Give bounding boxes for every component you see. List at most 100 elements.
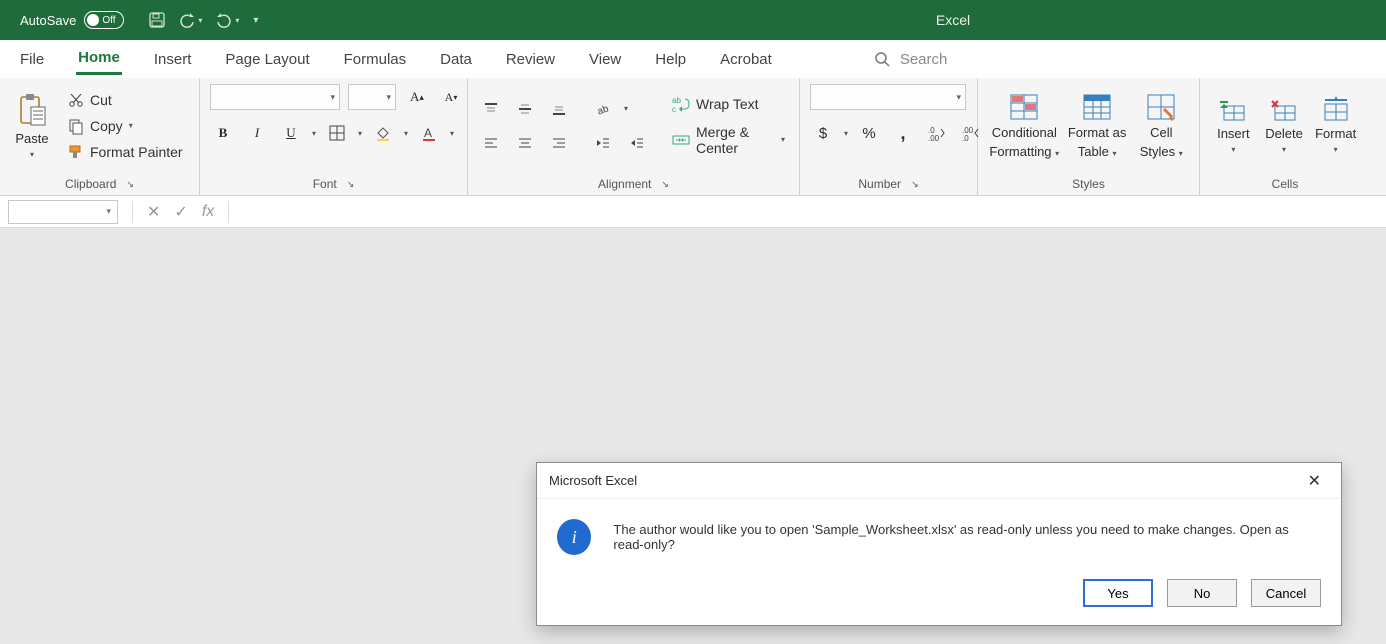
yes-button[interactable]: Yes: [1083, 579, 1153, 607]
align-right-button[interactable]: [546, 130, 572, 156]
chevron-down-icon[interactable]: ▾: [844, 129, 848, 138]
font-size-combo[interactable]: ▾: [348, 84, 396, 110]
underline-button[interactable]: U: [278, 120, 304, 146]
group-font: ▾ ▾ A▴ A▾ B I U ▾ ▾: [200, 78, 468, 195]
chevron-down-icon: ▾: [1055, 149, 1059, 158]
tab-insert[interactable]: Insert: [152, 45, 194, 74]
redo-button[interactable]: ▾: [216, 12, 239, 28]
chevron-down-icon[interactable]: ▾: [100, 206, 117, 217]
chevron-down-icon[interactable]: ▾: [358, 129, 362, 138]
font-color-icon: A: [421, 125, 437, 141]
chevron-down-icon[interactable]: ▾: [404, 129, 408, 138]
currency-button[interactable]: $: [810, 120, 836, 146]
autosave-toggle[interactable]: Off: [84, 11, 124, 29]
font-name-combo[interactable]: ▾: [210, 84, 340, 110]
format-painter-icon: [68, 144, 84, 160]
paste-button[interactable]: Paste ▾: [10, 93, 54, 159]
cancel-formula-icon[interactable]: ✕: [147, 202, 160, 222]
group-alignment-label: Alignment: [598, 177, 651, 191]
wrap-text-button[interactable]: abc Wrap Text: [668, 94, 789, 114]
tab-acrobat[interactable]: Acrobat: [718, 45, 774, 74]
number-format-combo[interactable]: ▾: [810, 84, 966, 110]
formula-input[interactable]: [235, 200, 1386, 224]
close-icon[interactable]: ✕: [1300, 467, 1329, 495]
increase-decimal-button[interactable]: .0.00: [924, 120, 950, 146]
increase-font-button[interactable]: A▴: [404, 84, 430, 110]
search-icon: [874, 51, 890, 67]
borders-button[interactable]: [324, 120, 350, 146]
group-launcher-icon[interactable]: ↘: [126, 179, 134, 190]
cell-styles-button[interactable]: Cell Styles ▾: [1134, 93, 1189, 159]
group-launcher-icon[interactable]: ↘: [911, 179, 919, 190]
italic-button[interactable]: I: [244, 120, 270, 146]
format-cells-button[interactable]: Format ▾: [1311, 98, 1360, 154]
save-icon[interactable]: [149, 12, 165, 28]
cancel-button[interactable]: Cancel: [1251, 579, 1321, 607]
merge-center-label: Merge & Center: [696, 124, 775, 156]
conditional-formatting-button[interactable]: Conditional Formatting ▾: [988, 93, 1061, 159]
chevron-down-icon[interactable]: ▾: [450, 129, 454, 138]
tab-review[interactable]: Review: [504, 45, 557, 74]
percent-button[interactable]: %: [856, 120, 882, 146]
increase-indent-button[interactable]: [624, 130, 650, 156]
undo-button[interactable]: ▾: [179, 12, 202, 28]
format-cells-label: Format: [1315, 126, 1356, 141]
group-launcher-icon[interactable]: ↘: [347, 179, 355, 190]
format-as-label-1: Format as: [1068, 125, 1127, 140]
tab-formulas[interactable]: Formulas: [342, 45, 409, 74]
delete-cells-button[interactable]: Delete ▾: [1261, 98, 1308, 154]
format-painter-label: Format Painter: [90, 144, 183, 160]
title-bar: AutoSave Off ▾ ▾ ▾ Excel: [0, 0, 1386, 40]
copy-button[interactable]: Copy ▾: [64, 116, 187, 136]
align-top-button[interactable]: [478, 96, 504, 122]
search-box[interactable]: Search: [874, 51, 948, 68]
group-number: ▾ $ ▾ % , .0.00 .00.0 Number ↘: [800, 78, 978, 195]
tab-home[interactable]: Home: [76, 43, 122, 75]
chevron-down-icon[interactable]: ▾: [312, 129, 316, 138]
align-middle-button[interactable]: [512, 96, 538, 122]
tab-view[interactable]: View: [587, 45, 623, 74]
decrease-font-button[interactable]: A▾: [438, 84, 464, 110]
info-icon: i: [557, 519, 591, 555]
insert-cells-button[interactable]: Insert ▾: [1210, 98, 1257, 154]
align-bottom-button[interactable]: [546, 96, 572, 122]
paste-icon: [17, 93, 47, 127]
chevron-down-icon: ▾: [956, 92, 961, 103]
tab-file[interactable]: File: [18, 45, 46, 74]
tab-page-layout[interactable]: Page Layout: [223, 45, 311, 74]
format-painter-button[interactable]: Format Painter: [64, 142, 187, 162]
chevron-down-icon[interactable]: ▾: [624, 104, 628, 113]
tab-data[interactable]: Data: [438, 45, 474, 74]
group-clipboard: Paste ▾ Cut Copy ▾ Format Painter: [0, 78, 200, 195]
bold-button[interactable]: B: [210, 120, 236, 146]
cut-button[interactable]: Cut: [64, 90, 187, 110]
group-cells: Insert ▾ Delete ▾ Format ▾ Cells: [1200, 78, 1370, 195]
autosave-state: Off: [102, 15, 115, 26]
scissors-icon: [68, 92, 84, 108]
format-as-table-icon: [1082, 93, 1112, 121]
delete-cells-label: Delete: [1265, 126, 1303, 141]
enter-formula-icon[interactable]: ✓: [174, 202, 187, 222]
paste-label: Paste: [15, 131, 48, 146]
comma-style-button[interactable]: ,: [890, 120, 916, 146]
align-center-button[interactable]: [512, 130, 538, 156]
chevron-down-icon: ▾: [386, 92, 391, 103]
format-as-table-button[interactable]: Format as Table ▾: [1065, 93, 1130, 159]
merge-center-button[interactable]: Merge & Center ▾: [668, 122, 789, 158]
font-color-button[interactable]: A: [416, 120, 442, 146]
group-alignment: ab ▾ abc Wrap Text Merge & Center ▾: [468, 78, 800, 195]
svg-text:ab: ab: [672, 96, 681, 105]
tab-help[interactable]: Help: [653, 45, 688, 74]
align-left-button[interactable]: [478, 130, 504, 156]
chevron-down-icon: ▾: [1112, 149, 1116, 158]
group-font-label: Font: [313, 177, 337, 191]
decrease-indent-button[interactable]: [590, 130, 616, 156]
group-launcher-icon[interactable]: ↘: [661, 179, 669, 190]
no-button[interactable]: No: [1167, 579, 1237, 607]
toggle-knob-icon: [87, 14, 99, 26]
customize-qat-button[interactable]: ▾: [253, 15, 258, 26]
name-box[interactable]: ▾: [8, 200, 118, 224]
fx-label[interactable]: fx: [202, 203, 214, 221]
orientation-button[interactable]: ab: [590, 96, 616, 122]
fill-color-button[interactable]: [370, 120, 396, 146]
